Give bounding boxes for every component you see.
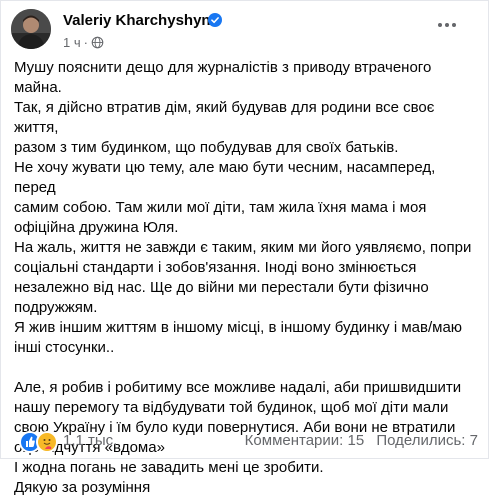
post-line: незалежно від нас. Ще до війни ми перест… (14, 279, 429, 296)
post-line: На жаль, життя не завжди є таким, яким м… (14, 239, 472, 256)
post-line: інші стосунки.. (14, 339, 115, 356)
globe-icon[interactable] (91, 36, 104, 49)
meta-separator: · (83, 35, 88, 50)
post-line: Але, я робив і робитиму все можливе нада… (14, 379, 462, 396)
post-footer: 1,1 тыс. Комментарии: 15 Поделились: 7 (14, 430, 478, 453)
post-stats: Комментарии: 15 Поделились: 7 (245, 432, 478, 449)
post-line: Так, я дійсно втратив дім, який будував … (14, 99, 435, 136)
post-line: Я жив іншим життям в іншому місці, в інш… (14, 319, 463, 336)
verified-badge-icon (208, 13, 222, 27)
post-time[interactable]: 1 ч (63, 35, 81, 50)
more-options-icon[interactable] (435, 15, 459, 35)
author-name[interactable]: Valeriy Kharchyshyn (63, 12, 211, 29)
facebook-post: Valeriy Kharchyshyn 1 ч · Мушу пояснити д… (0, 0, 489, 496)
post-line: самим собою. Там жили мої діти, там жила… (14, 199, 427, 216)
post-line: нашу перемогу та відбудувати той будинок… (14, 399, 449, 416)
post-line: Мушу пояснити дещо для журналістів з при… (14, 59, 432, 96)
post-line: разом з тим будинком, що побудував для с… (14, 139, 399, 156)
post-line: подружжям. (14, 299, 98, 316)
care-reaction-icon (36, 431, 58, 453)
shares-count[interactable]: Поделились: 7 (376, 432, 478, 449)
post-line: Дякую за розуміння (14, 479, 151, 496)
author-avatar[interactable] (11, 9, 51, 49)
reactions-summary[interactable] (19, 430, 59, 453)
comments-count[interactable]: Комментарии: 15 (245, 432, 365, 449)
post-line: І жодна погань не завадить мені це зроби… (14, 459, 324, 476)
post-line: соціальні стандарти і зобов'язання. Інод… (14, 259, 417, 276)
reactions-count[interactable]: 1,1 тыс. (63, 432, 117, 449)
avatar-photo (11, 9, 51, 49)
post-header: Valeriy Kharchyshyn 1 ч · (11, 9, 471, 53)
post-meta: 1 ч · (63, 35, 104, 50)
post-line: Не хочу жувати цю тему, але маю бути чес… (14, 159, 436, 196)
post-line: офіційна дружина Юля. (14, 219, 179, 236)
